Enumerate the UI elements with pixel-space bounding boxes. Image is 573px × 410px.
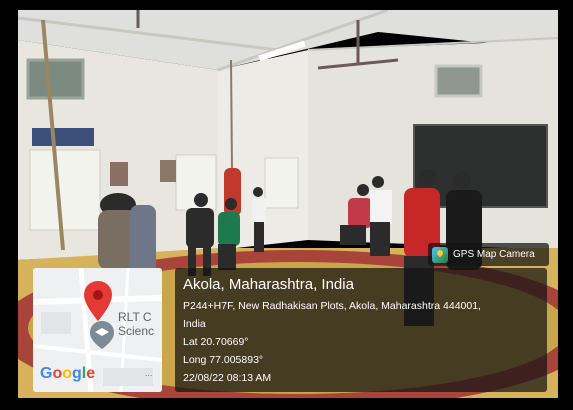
longitude: Long 77.005893°: [183, 354, 264, 366]
gps-map-camera-app-icon: [432, 246, 448, 263]
location-title: Akola, Maharashtra, India: [183, 276, 354, 293]
gps-map-camera-badge: GPS Map Camera: [428, 243, 549, 266]
map-thumbnail[interactable]: RLT C Scienc Google ...: [33, 268, 162, 392]
date-time: 22/08/22 08:13 AM: [183, 372, 272, 384]
google-logo-text: Google: [40, 365, 95, 383]
google-logo: Google: [40, 365, 95, 383]
google-logo-letter: o: [52, 365, 63, 382]
google-logo-letter: G: [40, 365, 53, 382]
map-place-line2: Scienc: [118, 324, 155, 338]
google-logo-letter: g: [72, 365, 82, 382]
google-logo-letter: o: [62, 365, 73, 382]
map-place-label: RLT C Scienc: [118, 310, 154, 338]
address-line-2: India: [183, 318, 206, 330]
school-place-icon: [90, 321, 114, 349]
address-line-1: P244+H7F, New Radhakisan Plots, Akola, M…: [183, 300, 481, 312]
more-dots-icon: ...: [145, 368, 153, 378]
latitude: Lat 20.70669°: [183, 336, 249, 348]
gps-badge-label: GPS Map Camera: [453, 249, 535, 260]
google-logo-letter: e: [86, 365, 96, 382]
location-pin-icon: [84, 281, 112, 321]
map-place-line1: RLT C: [118, 310, 152, 324]
